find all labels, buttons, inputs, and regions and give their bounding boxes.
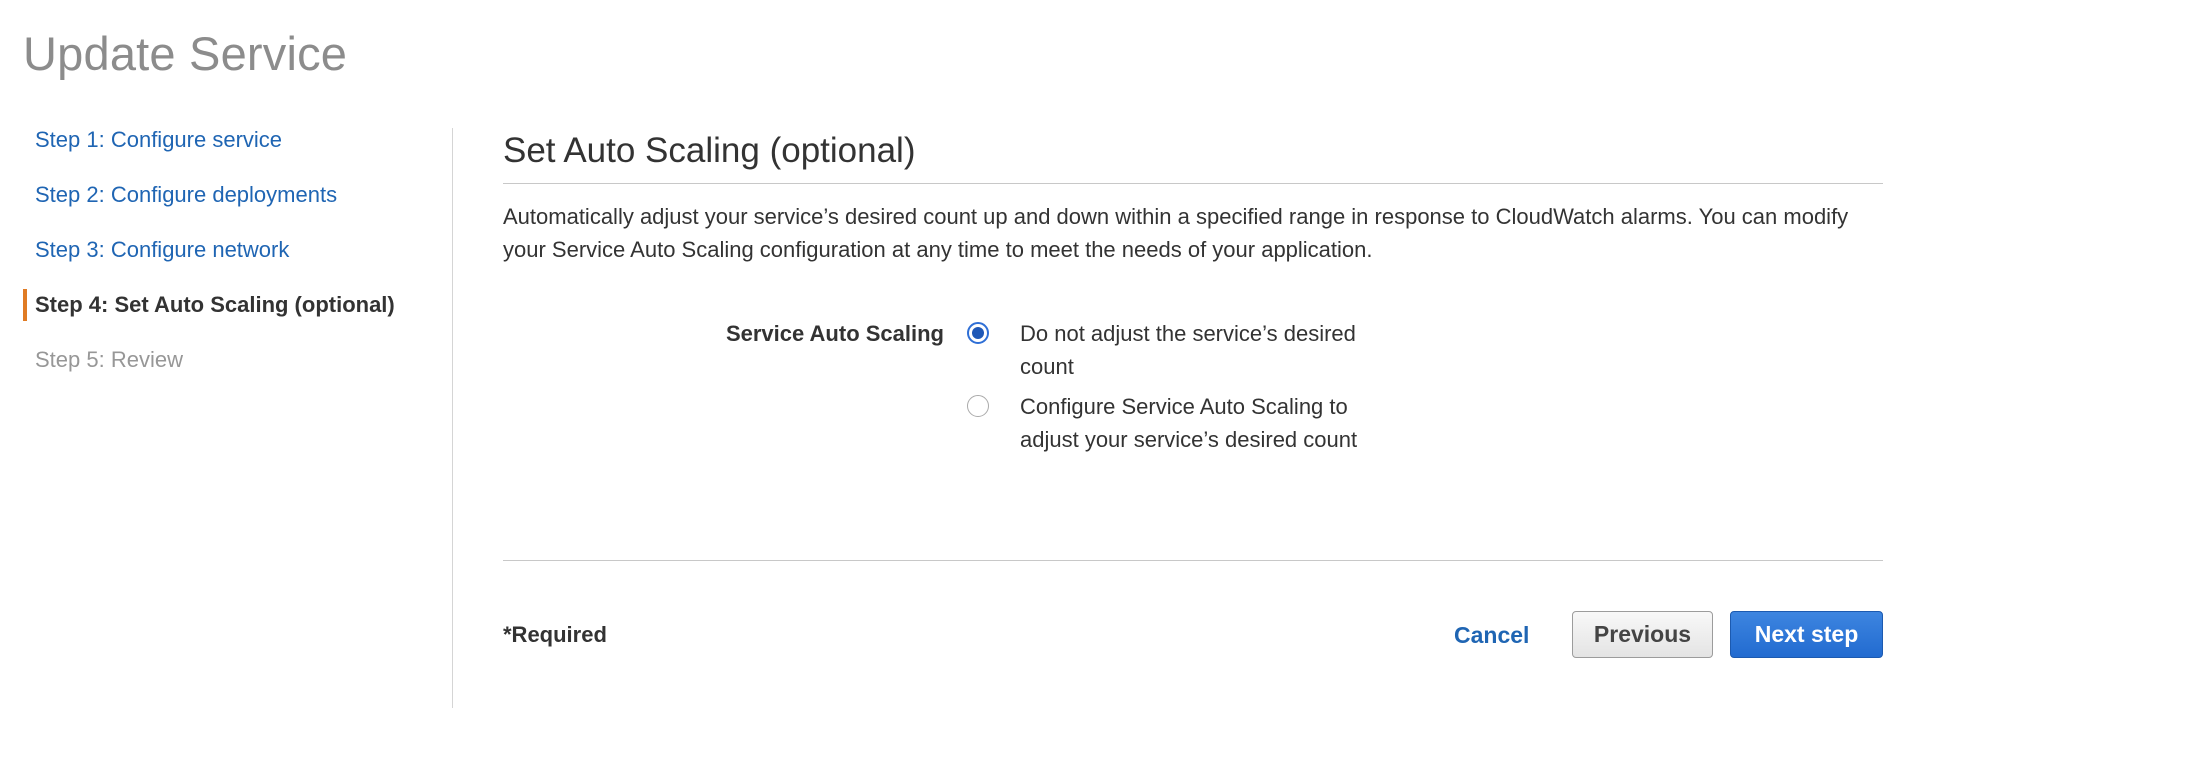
main-content: Set Auto Scaling (optional) Automaticall…: [503, 125, 1883, 658]
sidebar-step-link[interactable]: Step 1: Configure service: [35, 127, 282, 152]
radio-option-do-not-adjust[interactable]: Do not adjust the service’s desired coun…: [967, 317, 1387, 383]
active-step-marker: [23, 289, 27, 321]
sidebar-step-label: Step 4: Set Auto Scaling (optional): [35, 292, 395, 317]
radio-option-configure-auto-scaling[interactable]: Configure Service Auto Scaling to adjust…: [967, 390, 1387, 456]
cancel-link[interactable]: Cancel: [1454, 622, 1529, 649]
radio-button[interactable]: [967, 395, 989, 417]
sidebar-step-configure-service[interactable]: Step 1: Configure service: [23, 124, 443, 179]
sidebar-step-configure-network[interactable]: Step 3: Configure network: [23, 234, 443, 289]
radio-button-selected[interactable]: [967, 322, 989, 344]
next-step-button[interactable]: Next step: [1730, 611, 1883, 658]
page-title: Update Service: [23, 27, 348, 80]
sidebar-step-link[interactable]: Step 3: Configure network: [35, 237, 289, 262]
sidebar-step-label: Step 5: Review: [35, 347, 183, 372]
radio-option-label: Do not adjust the service’s desired coun…: [1020, 321, 1356, 379]
section-description: Automatically adjust your service’s desi…: [503, 204, 1849, 262]
previous-button[interactable]: Previous: [1572, 611, 1713, 658]
sidebar-divider: [452, 128, 453, 708]
section-title: Set Auto Scaling (optional): [503, 125, 1883, 184]
field-label: Service Auto Scaling: [725, 321, 944, 346]
sidebar-step-review: Step 5: Review: [23, 344, 443, 399]
footer-divider: [503, 560, 1883, 561]
wizard-steps-sidebar: Step 1: Configure service Step 2: Config…: [23, 124, 443, 399]
sidebar-step-link[interactable]: Step 2: Configure deployments: [35, 182, 337, 207]
sidebar-step-auto-scaling-current: Step 4: Set Auto Scaling (optional): [23, 289, 443, 344]
sidebar-step-configure-deployments[interactable]: Step 2: Configure deployments: [23, 179, 443, 234]
required-note: *Required: [503, 622, 607, 647]
radio-option-label: Configure Service Auto Scaling to adjust…: [1020, 394, 1358, 452]
update-service-page: Update Service Step 1: Configure service…: [0, 0, 2206, 774]
